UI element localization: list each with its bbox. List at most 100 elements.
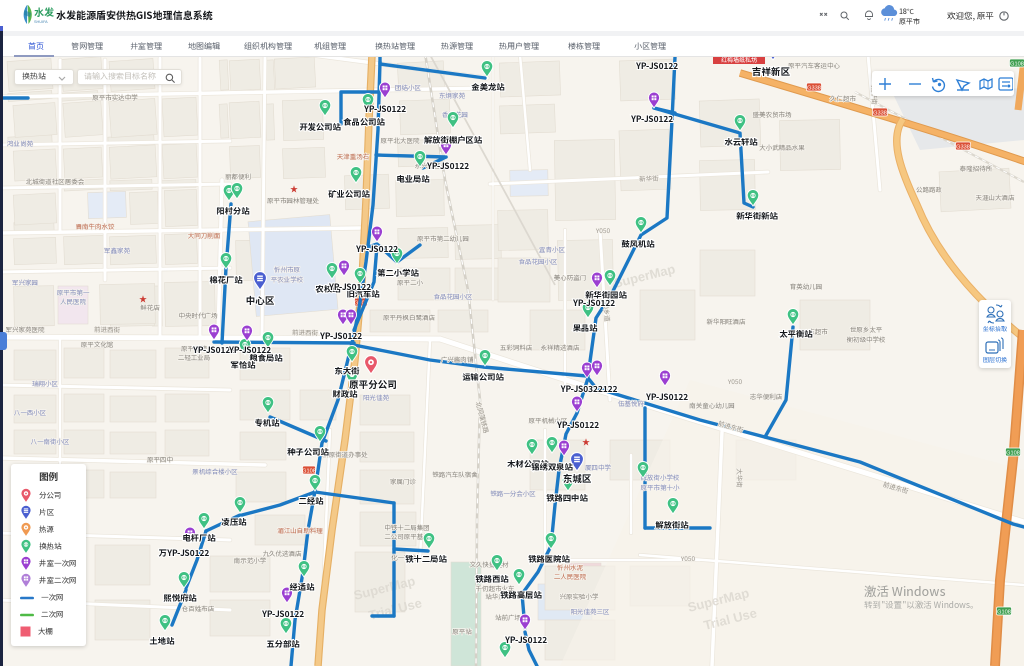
- svg-text:前进西街: 前进西街: [292, 327, 319, 337]
- svg-text:五彩饲料店: 五彩饲料店: [500, 342, 533, 352]
- svg-text:志华便利店: 志华便利店: [750, 391, 783, 401]
- svg-text:G338: G338: [873, 110, 887, 116]
- svg-text:兴原实验小学: 兴原实验小学: [560, 591, 600, 601]
- svg-text:凌压站: 凌压站: [222, 516, 248, 528]
- svg-text:铁路高层站: 铁路高层站: [500, 589, 542, 601]
- svg-text:原平丹枫白鹭酒店: 原平丹枫白鹭酒店: [383, 312, 436, 322]
- svg-text:忻州市原: 忻州市原: [274, 264, 301, 274]
- svg-text:二人民医院: 二人民医院: [554, 571, 587, 581]
- svg-text:土地站: 土地站: [150, 635, 176, 647]
- svg-text:盛美农贸市场: 盛美农贸市场: [753, 109, 793, 119]
- svg-text:永祥精选酒店: 永祥精选酒店: [541, 342, 581, 352]
- svg-text:衡初级中学校: 衡初级中学校: [847, 334, 887, 344]
- svg-text:原平汽车客运中心: 原平汽车客运中心: [788, 60, 841, 70]
- svg-text:宜青小区: 宜青小区: [539, 244, 566, 254]
- svg-text:YP-JS0122: YP-JS0122: [635, 60, 678, 72]
- svg-text:站前广场: 站前广场: [495, 612, 522, 622]
- svg-text:人民医院: 人民医院: [60, 296, 87, 306]
- svg-text:原平市第十小: 原平市第十小: [641, 482, 681, 492]
- svg-text:铁路一分会小区: 铁路一分会小区: [490, 488, 536, 498]
- svg-text:开发公司站: 开发公司站: [299, 121, 341, 133]
- svg-text:吉祥新区: 吉祥新区: [752, 64, 791, 78]
- svg-text:电业局站: 电业局站: [396, 173, 430, 185]
- svg-text:欢迎您, 原平: 欢迎您, 原平: [947, 10, 994, 22]
- svg-text:铁路汽车队宿舍: 铁路汽车队宿舍: [432, 469, 478, 479]
- svg-text:第二小学站: 第二小学站: [377, 267, 419, 279]
- svg-text:世原乡太平: 世原乡太平: [850, 324, 883, 334]
- svg-text:泰隆招待所: 泰隆招待所: [960, 163, 993, 173]
- svg-text:公路路政: 公路路政: [916, 184, 943, 194]
- svg-text:中心区: 中心区: [246, 293, 275, 307]
- svg-text:久仁超市: 久仁超市: [829, 93, 857, 103]
- svg-text:原平市园林管理处: 原平市园林管理处: [267, 195, 320, 205]
- svg-text:军兴家园: 军兴家园: [12, 277, 38, 287]
- svg-text:YP-JS0122: YP-JS0122: [363, 103, 406, 115]
- svg-text:G108: G108: [997, 609, 1011, 615]
- svg-text:二经站: 二经站: [299, 495, 325, 507]
- svg-text:伍基悦府: 伍基悦府: [618, 398, 645, 408]
- svg-text:大小武精品水果: 大小武精品水果: [759, 142, 805, 152]
- svg-text:红梅墙纸私坊: 红梅墙纸私坊: [721, 57, 757, 64]
- svg-text:东炯家苑: 东炯家苑: [439, 90, 466, 100]
- svg-text:金美龙站: 金美龙站: [471, 81, 505, 93]
- svg-text:万YP-JS0122: 万YP-JS0122: [158, 547, 210, 559]
- svg-text:天涯山大酒店: 天涯山大酒店: [976, 192, 1016, 202]
- svg-text:九久优选酒店: 九久优选酒店: [263, 548, 303, 558]
- svg-text:YP-JS0322122: YP-JS0322122: [559, 383, 617, 395]
- svg-text:家属门诊: 家属门诊: [390, 476, 417, 486]
- svg-text:铁路医院站: 铁路医院站: [528, 553, 570, 565]
- svg-text:YP-JS0122: YP-JS0122: [261, 608, 304, 620]
- svg-text:G108: G108: [1010, 61, 1024, 67]
- svg-text:育英幼儿园: 育英幼儿园: [790, 281, 823, 291]
- svg-text:前进西街: 前进西街: [94, 324, 121, 334]
- svg-text:阳村分站: 阳村分站: [216, 205, 250, 217]
- svg-text:G338: G338: [807, 85, 821, 91]
- svg-text:YP-JS0122: YP-JS0122: [228, 344, 271, 356]
- svg-text:东城区: 东城区: [563, 471, 592, 485]
- svg-text:Y050: Y050: [680, 553, 696, 563]
- svg-text:瑞翔小区: 瑞翔小区: [32, 378, 59, 388]
- svg-text:军鑫家苑: 军鑫家苑: [104, 245, 131, 255]
- svg-text:八一南街小区: 八一南街小区: [31, 436, 71, 446]
- svg-text:水发能源盾安供热GIS地理信息系统: 水发能源盾安供热GIS地理信息系统: [56, 7, 214, 22]
- svg-text:Y050: Y050: [727, 376, 743, 386]
- svg-text:运输公司站: 运输公司站: [461, 371, 504, 383]
- svg-text:美心防盗门: 美心防盗门: [554, 272, 587, 282]
- svg-text:阳光佳苑三区: 阳光佳苑三区: [571, 606, 611, 616]
- svg-text:仓百姓布店: 仓百姓布店: [181, 603, 215, 613]
- svg-text:转到"设置"以激活 Windows。: 转到"设置"以激活 Windows。: [864, 599, 978, 611]
- svg-text:五分部站: 五分部站: [266, 638, 300, 650]
- svg-text:专机站: 专机站: [255, 417, 281, 429]
- svg-text:东大街: 东大街: [335, 365, 360, 377]
- svg-text:食品花园小区: 食品花园小区: [434, 291, 474, 301]
- svg-text:太平衡站: 太平衡站: [779, 328, 813, 340]
- svg-text:丽都便利: 丽都便利: [225, 171, 251, 181]
- svg-text:YP-JS0122: YP-JS0122: [426, 160, 469, 172]
- svg-text:YP-JS0122: YP-JS0122: [355, 243, 398, 255]
- svg-text:湄江山自助料理: 湄江山自助料理: [277, 525, 323, 535]
- svg-text:SHUIFA: SHUIFA: [34, 20, 48, 24]
- svg-text:北城街道社区居委会: 北城街道社区居委会: [26, 176, 85, 186]
- svg-text:YP-JS0122: YP-JS0122: [630, 113, 673, 125]
- svg-text:食品公司站: 食品公司站: [343, 116, 385, 128]
- svg-text:原平站: 原平站: [452, 626, 472, 636]
- svg-text:鸿业尚苑: 鸿业尚苑: [7, 138, 34, 148]
- svg-text:鲜花店: 鲜花店: [140, 302, 160, 312]
- svg-text:军恰站: 军恰站: [231, 359, 257, 371]
- svg-text:食品花园小区: 食品花园小区: [519, 256, 559, 266]
- svg-text:G108: G108: [1006, 450, 1020, 456]
- svg-text:YP-JS0122: YP-JS0122: [504, 634, 547, 646]
- svg-text:广兴酱肉铺: 广兴酱肉铺: [441, 354, 474, 364]
- svg-text:经适站: 经适站: [289, 581, 316, 593]
- svg-text:铁路四中站: 铁路四中站: [546, 492, 588, 504]
- svg-text:大华街: 大华街: [735, 468, 745, 488]
- svg-text:新华阳旺酒店: 新华阳旺酒店: [707, 316, 747, 326]
- svg-text:铁十二局站: 铁十二局站: [405, 553, 447, 565]
- svg-text:大同刀削面: 大同刀削面: [188, 230, 221, 240]
- svg-text:水云轩站: 水云轩站: [724, 136, 758, 148]
- svg-text:原平分公司: 原平分公司: [348, 377, 397, 391]
- svg-text:新华街新站: 新华街新站: [736, 210, 778, 222]
- svg-text:G108: G108: [302, 468, 316, 474]
- svg-text:YP-JS0122: YP-JS0122: [556, 419, 599, 431]
- svg-text:YP-JS0122: YP-JS0122: [328, 281, 371, 293]
